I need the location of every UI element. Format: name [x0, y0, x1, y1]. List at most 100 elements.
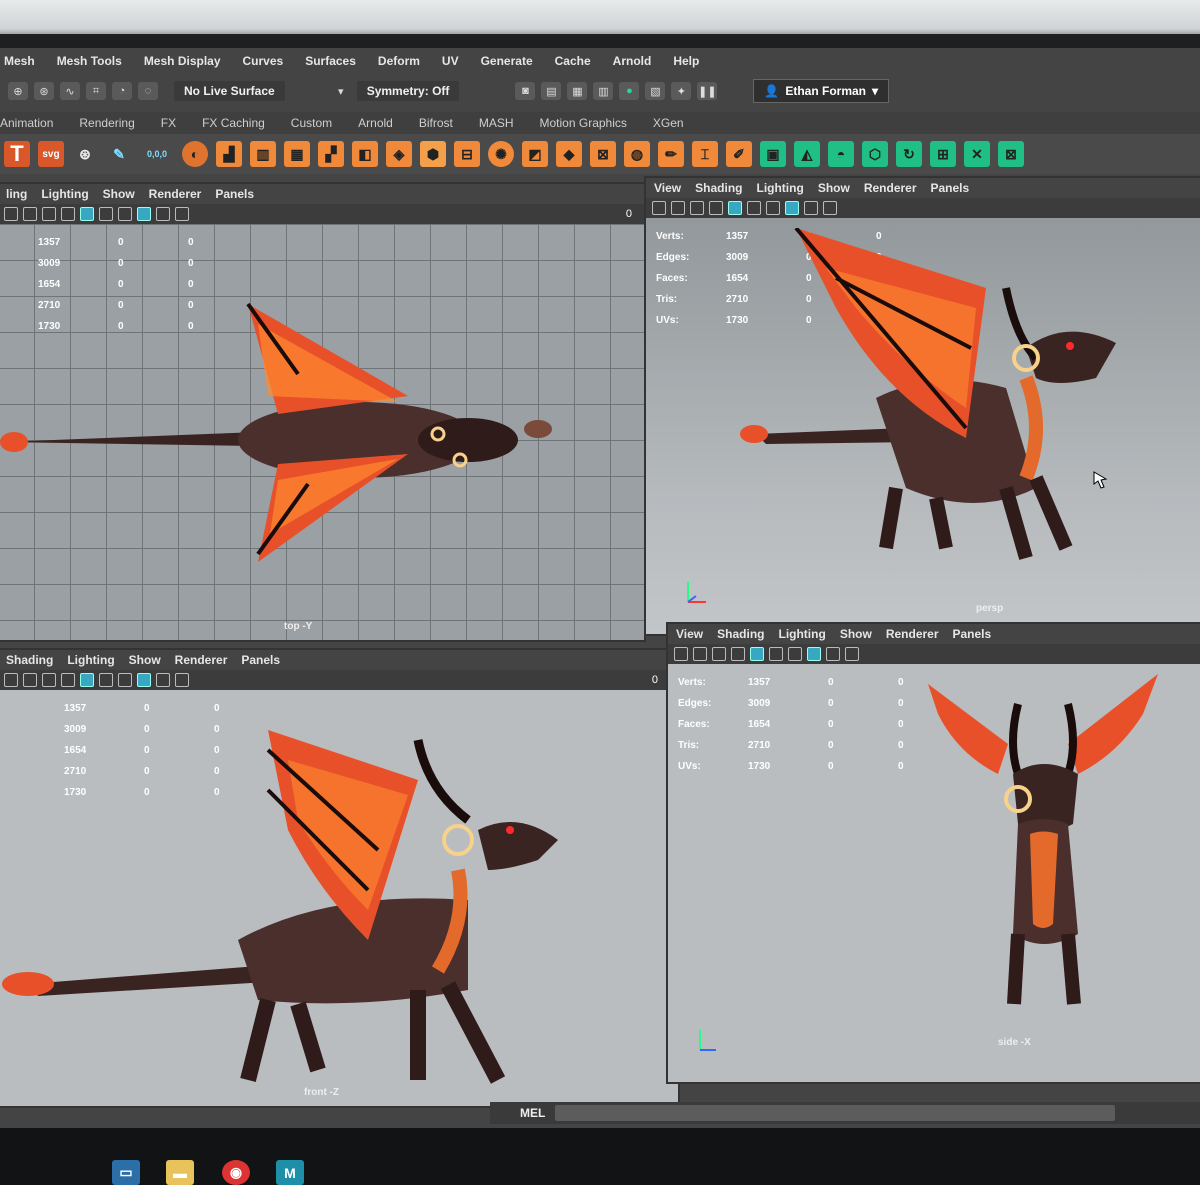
bridge-icon[interactable]: ▥: [250, 141, 276, 167]
dragon-model-side-view[interactable]: [918, 674, 1168, 1024]
isolate-icon[interactable]: [156, 207, 170, 221]
arnold-render-icon[interactable]: ✦: [671, 82, 692, 100]
merge-icon[interactable]: ◩: [522, 141, 548, 167]
bookmark-icon[interactable]: [23, 207, 37, 221]
grid-icon[interactable]: [712, 647, 726, 661]
menu-deform[interactable]: Deform: [378, 54, 420, 68]
uv-sew-icon[interactable]: ✕: [964, 141, 990, 167]
panel-menu-view[interactable]: View: [676, 627, 703, 641]
menu-generate[interactable]: Generate: [481, 54, 533, 68]
panel-menu-show[interactable]: Show: [840, 627, 872, 641]
circularize-icon[interactable]: ✺: [488, 141, 514, 167]
taskbar-maya-icon[interactable]: M: [276, 1160, 304, 1185]
panel-menu-lighting[interactable]: Lighting: [67, 653, 114, 667]
bookmark-icon[interactable]: [23, 673, 37, 687]
ipr-render-icon[interactable]: ▦: [567, 82, 588, 100]
command-language-label[interactable]: MEL: [520, 1106, 545, 1120]
render-settings-icon[interactable]: ▥: [593, 82, 614, 100]
tab-bifrost[interactable]: Bifrost: [419, 116, 453, 130]
multicut-icon[interactable]: ▦: [284, 141, 310, 167]
textured-icon[interactable]: [769, 647, 783, 661]
snap-curve-icon[interactable]: ◔: [112, 82, 132, 100]
tab-rendering[interactable]: Rendering: [79, 116, 134, 130]
extrude-icon[interactable]: ▟: [216, 141, 242, 167]
panel-menu-lighting[interactable]: Lighting: [41, 187, 88, 201]
panel-menu-lighting[interactable]: Lighting: [778, 627, 825, 641]
xray-icon[interactable]: [137, 673, 151, 687]
hud-icon[interactable]: [175, 207, 189, 221]
hud-icon[interactable]: [175, 673, 189, 687]
lights-icon[interactable]: [118, 673, 132, 687]
bounding-box-icon[interactable]: ⌶: [692, 141, 718, 167]
xray-icon[interactable]: [785, 201, 799, 215]
isolate-icon[interactable]: [826, 647, 840, 661]
panel-menu-renderer[interactable]: Renderer: [886, 627, 939, 641]
textured-icon[interactable]: [99, 207, 113, 221]
tab-motion-graphics[interactable]: Motion Graphics: [540, 116, 627, 130]
delete-history-icon[interactable]: ✎: [106, 141, 132, 167]
uv-rotate-icon[interactable]: ↻: [896, 141, 922, 167]
uv-layout-icon[interactable]: ⊞: [930, 141, 956, 167]
panel-menu-show[interactable]: Show: [103, 187, 135, 201]
pause-icon[interactable]: ❚❚: [697, 82, 718, 100]
split-polygon-icon[interactable]: ⊟: [454, 141, 480, 167]
panel-menu-renderer[interactable]: Renderer: [175, 653, 228, 667]
freeze-transforms-icon[interactable]: 0,0,0: [140, 141, 174, 167]
menu-arnold[interactable]: Arnold: [613, 54, 652, 68]
smooth-shade-icon[interactable]: [728, 201, 742, 215]
combine-icon[interactable]: ⊠: [590, 141, 616, 167]
chevron-down-icon[interactable]: ▾: [331, 82, 351, 100]
select-hierarchy-icon[interactable]: ⊕: [8, 82, 28, 100]
uv-cut-icon[interactable]: ◓: [828, 141, 854, 167]
hud-icon[interactable]: [845, 647, 859, 661]
menu-mesh[interactable]: Mesh: [4, 54, 35, 68]
textured-icon[interactable]: [747, 201, 761, 215]
textured-icon[interactable]: [99, 673, 113, 687]
tab-animation[interactable]: Animation: [0, 116, 53, 130]
lights-icon[interactable]: [788, 647, 802, 661]
panel-menu-panels[interactable]: Panels: [931, 181, 970, 195]
bookmark-icon[interactable]: [671, 201, 685, 215]
live-surface-field[interactable]: No Live Surface: [174, 81, 285, 101]
panel-menu-view[interactable]: View: [654, 181, 681, 195]
grid-icon[interactable]: [42, 207, 56, 221]
plane-icon[interactable]: ◆: [556, 141, 582, 167]
wireframe-icon[interactable]: [61, 673, 75, 687]
symmetry-field[interactable]: Symmetry: Off: [356, 81, 460, 101]
svg-tool-icon[interactable]: svg: [38, 141, 64, 167]
menu-uv[interactable]: UV: [442, 54, 459, 68]
panel-menu-lighting[interactable]: Lighting: [756, 181, 803, 195]
smooth-shade-icon[interactable]: [750, 647, 764, 661]
tab-mash[interactable]: MASH: [479, 116, 514, 130]
pencil-icon[interactable]: ✏: [658, 141, 684, 167]
bevel-icon[interactable]: ▞: [318, 141, 344, 167]
taskbar-folder-icon[interactable]: ▬: [166, 1160, 194, 1185]
snap-grid-icon[interactable]: ⌗: [86, 82, 106, 100]
cube-icon[interactable]: ⬢: [420, 141, 446, 167]
tab-arnold[interactable]: Arnold: [358, 116, 393, 130]
panel-menu-show[interactable]: Show: [818, 181, 850, 195]
tab-fx[interactable]: FX: [161, 116, 176, 130]
wireframe-icon[interactable]: [61, 207, 75, 221]
menu-mesh-tools[interactable]: Mesh Tools: [57, 54, 122, 68]
taskbar-chrome-icon[interactable]: ◉: [222, 1160, 250, 1185]
bookmark-icon[interactable]: [693, 647, 707, 661]
lights-icon[interactable]: [118, 207, 132, 221]
viewport-top[interactable]: ling Lighting Show Renderer Panels 0 135…: [0, 182, 646, 642]
wireframe-icon[interactable]: [709, 201, 723, 215]
snap-point-icon[interactable]: ◌: [138, 82, 158, 100]
tab-xgen[interactable]: XGen: [653, 116, 684, 130]
viewport-side[interactable]: View Shading Lighting Show Renderer Pane…: [666, 622, 1200, 1084]
select-uv-icon[interactable]: ▣: [760, 141, 786, 167]
viewport-persp[interactable]: View Shading Lighting Show Renderer Pane…: [644, 176, 1200, 636]
viewport-front[interactable]: Shading Lighting Show Renderer Panels 0 …: [0, 648, 680, 1108]
select-component-icon[interactable]: ∿: [60, 82, 80, 100]
panel-menu-shading[interactable]: ling: [6, 187, 27, 201]
xray-icon[interactable]: [807, 647, 821, 661]
sphere-icon[interactable]: ◐: [182, 141, 208, 167]
taskbar-window-icon[interactable]: ▭: [112, 1160, 140, 1185]
uv-unfold-icon[interactable]: ⬡: [862, 141, 888, 167]
uv-split-icon[interactable]: ⊠: [998, 141, 1024, 167]
dragon-model-front-view[interactable]: [0, 720, 598, 1100]
menu-mesh-display[interactable]: Mesh Display: [144, 54, 221, 68]
